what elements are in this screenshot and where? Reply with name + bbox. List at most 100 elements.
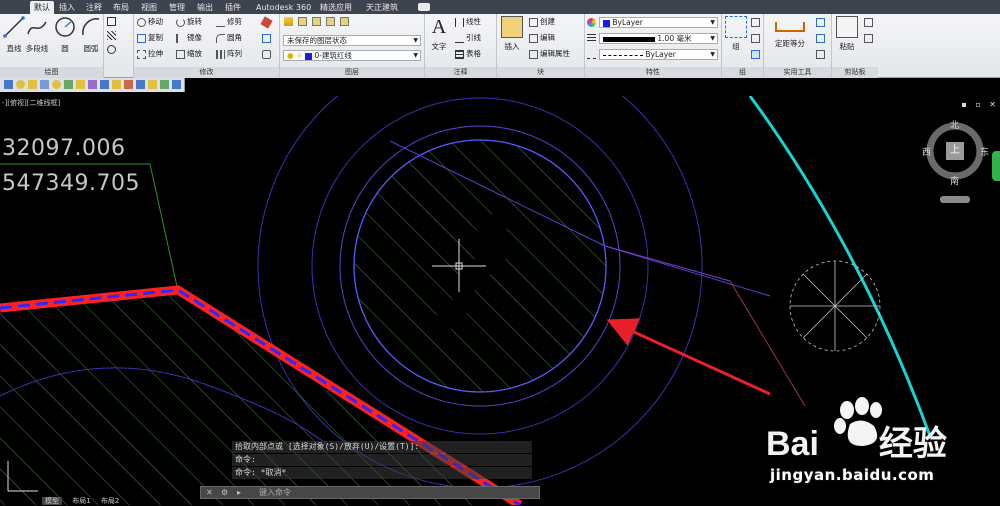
- viewcube-west[interactable]: 西: [922, 145, 931, 158]
- tab-layout[interactable]: 布局: [109, 1, 133, 14]
- tab-view[interactable]: 视图: [137, 1, 161, 14]
- layers-panel-title[interactable]: 图层: [280, 67, 424, 78]
- viewcube-top-face[interactable]: 上: [946, 142, 964, 160]
- stretch-button[interactable]: 拉伸: [137, 49, 163, 59]
- tab-manage[interactable]: 管理: [165, 1, 189, 14]
- lineweight-icon-button[interactable]: [587, 33, 598, 43]
- tab-default[interactable]: 默认: [30, 1, 54, 14]
- array-button[interactable]: 阵列: [216, 49, 242, 59]
- restore-icon[interactable]: ▫: [975, 100, 980, 109]
- block-panel-title[interactable]: 块: [497, 67, 584, 78]
- nav-bar-handle[interactable]: [992, 151, 1000, 181]
- table-button[interactable]: 表格: [455, 49, 481, 59]
- move-button[interactable]: 移动: [137, 17, 163, 27]
- video-icon[interactable]: [418, 3, 430, 11]
- trim-button[interactable]: 修剪: [216, 17, 242, 27]
- cut-button[interactable]: [864, 33, 875, 43]
- insert-button[interactable]: 插入: [499, 16, 525, 54]
- rectangle-tool[interactable]: [107, 16, 118, 26]
- tab-output[interactable]: 输出: [193, 1, 217, 14]
- layer-tool-3[interactable]: [326, 16, 337, 26]
- erase-button[interactable]: [260, 15, 273, 29]
- linear-dim-button[interactable]: 线性: [455, 17, 481, 27]
- region-tool[interactable]: [107, 44, 118, 54]
- edit-block-button[interactable]: 编辑: [529, 33, 555, 43]
- create-block-button[interactable]: 创建: [529, 17, 555, 27]
- layer-tool-2[interactable]: [312, 16, 323, 26]
- lightbulb-icon[interactable]: [16, 80, 25, 89]
- properties-panel-title[interactable]: 特性: [585, 67, 721, 78]
- color-dropdown[interactable]: ByLayer ▼: [599, 17, 718, 28]
- measure-button[interactable]: 定距等分: [768, 16, 812, 54]
- lock-icon[interactable]: [40, 80, 49, 89]
- layer-state-dropdown[interactable]: 未保存的图层状态 ▼: [283, 35, 421, 46]
- arc-button[interactable]: 圆弧: [78, 16, 104, 54]
- circle-button[interactable]: 圆: [52, 16, 78, 54]
- toolbar-icon-4[interactable]: [88, 80, 97, 89]
- hatch-tool[interactable]: [107, 30, 118, 40]
- offset-button[interactable]: [262, 49, 273, 59]
- tab-annotate[interactable]: 注释: [82, 1, 106, 14]
- tab-featured-apps[interactable]: 精选应用: [316, 1, 356, 14]
- toolbar-icon-7[interactable]: [124, 80, 133, 89]
- group-edit-button[interactable]: [751, 33, 762, 43]
- toolbar-icon-10[interactable]: [160, 80, 169, 89]
- current-layer-dropdown[interactable]: ● ☼ 0-建筑红线 ▼: [283, 50, 421, 61]
- ungroup-button[interactable]: [751, 17, 762, 27]
- copy-clip-button[interactable]: [864, 17, 875, 27]
- toolbar-icon-9[interactable]: [148, 80, 157, 89]
- group-button[interactable]: 组: [723, 16, 749, 54]
- scale-button[interactable]: 缩放: [176, 49, 202, 59]
- toolbar-icon-5[interactable]: [100, 80, 109, 89]
- minimize-icon[interactable]: ▪: [961, 100, 966, 109]
- draw-panel-title[interactable]: 绘图: [0, 67, 103, 78]
- polyline-button[interactable]: 多段线: [23, 16, 51, 54]
- tab-layout1[interactable]: 布局1: [72, 497, 90, 505]
- drawing-canvas[interactable]: -][俯视][二维线框] 32097.006 547349.705 ▪ ▫ ✕ …: [0, 96, 1000, 505]
- fillet-button[interactable]: 圆角: [216, 33, 242, 43]
- utility-tool-2[interactable]: [816, 33, 827, 43]
- explode-button[interactable]: [262, 33, 273, 43]
- edit-attributes-button[interactable]: 编辑属性: [529, 49, 570, 59]
- group-select-button[interactable]: [751, 49, 762, 59]
- group-panel-title[interactable]: 组: [722, 67, 763, 78]
- lineweight-dropdown[interactable]: 1.00 毫米 ▼: [599, 33, 718, 44]
- text-button[interactable]: A 文字: [426, 16, 452, 54]
- tab-tangent-arch[interactable]: 天正建筑: [362, 1, 402, 14]
- toolbar-icon-6[interactable]: [112, 80, 121, 89]
- layer-tool-4[interactable]: [340, 16, 351, 26]
- linetype-icon-button[interactable]: [587, 49, 598, 59]
- sun-icon[interactable]: [28, 80, 37, 89]
- toolbar-icon-1[interactable]: [4, 80, 13, 89]
- wrench-icon[interactable]: ⚙: [221, 487, 228, 498]
- viewport-label[interactable]: -][俯视][二维线框]: [2, 98, 60, 108]
- rotate-button[interactable]: 旋转: [176, 17, 202, 27]
- tab-plugins[interactable]: 插件: [221, 1, 245, 14]
- mirror-button[interactable]: 镜像: [176, 33, 202, 43]
- close-icon[interactable]: ✕: [206, 487, 213, 498]
- tab-layout2[interactable]: 布局2: [101, 497, 119, 505]
- layer-properties-button[interactable]: [284, 16, 295, 26]
- command-input[interactable]: [259, 487, 509, 498]
- paste-button[interactable]: 粘贴: [834, 16, 860, 54]
- viewcube-east[interactable]: 东: [980, 145, 989, 158]
- close-icon[interactable]: ✕: [989, 100, 996, 109]
- annotation-panel-title[interactable]: 注释: [425, 67, 496, 78]
- tab-insert[interactable]: 插入: [55, 1, 79, 14]
- leader-button[interactable]: 引线: [455, 33, 481, 43]
- linetype-dropdown[interactable]: ByLayer ▼: [599, 49, 718, 60]
- viewcube-north[interactable]: 北: [950, 118, 959, 131]
- utility-tool-1[interactable]: [816, 17, 827, 27]
- viewcube[interactable]: 上 北 南 西 东: [922, 118, 989, 187]
- toolbar-icon-2[interactable]: [64, 80, 73, 89]
- tab-autodesk360[interactable]: Autodesk 360: [252, 1, 315, 14]
- tab-model[interactable]: 模型: [42, 497, 62, 505]
- utility-tool-3[interactable]: [816, 49, 827, 59]
- viewcube-south[interactable]: 南: [950, 174, 959, 187]
- utilities-panel-title[interactable]: 实用工具: [764, 67, 831, 78]
- toolbar-icon-11[interactable]: [172, 80, 181, 89]
- copy-button[interactable]: 复制: [137, 33, 163, 43]
- toolbar-icon-3[interactable]: [76, 80, 85, 89]
- match-properties-button[interactable]: [587, 17, 598, 27]
- modify-panel-title[interactable]: 修改: [134, 67, 279, 78]
